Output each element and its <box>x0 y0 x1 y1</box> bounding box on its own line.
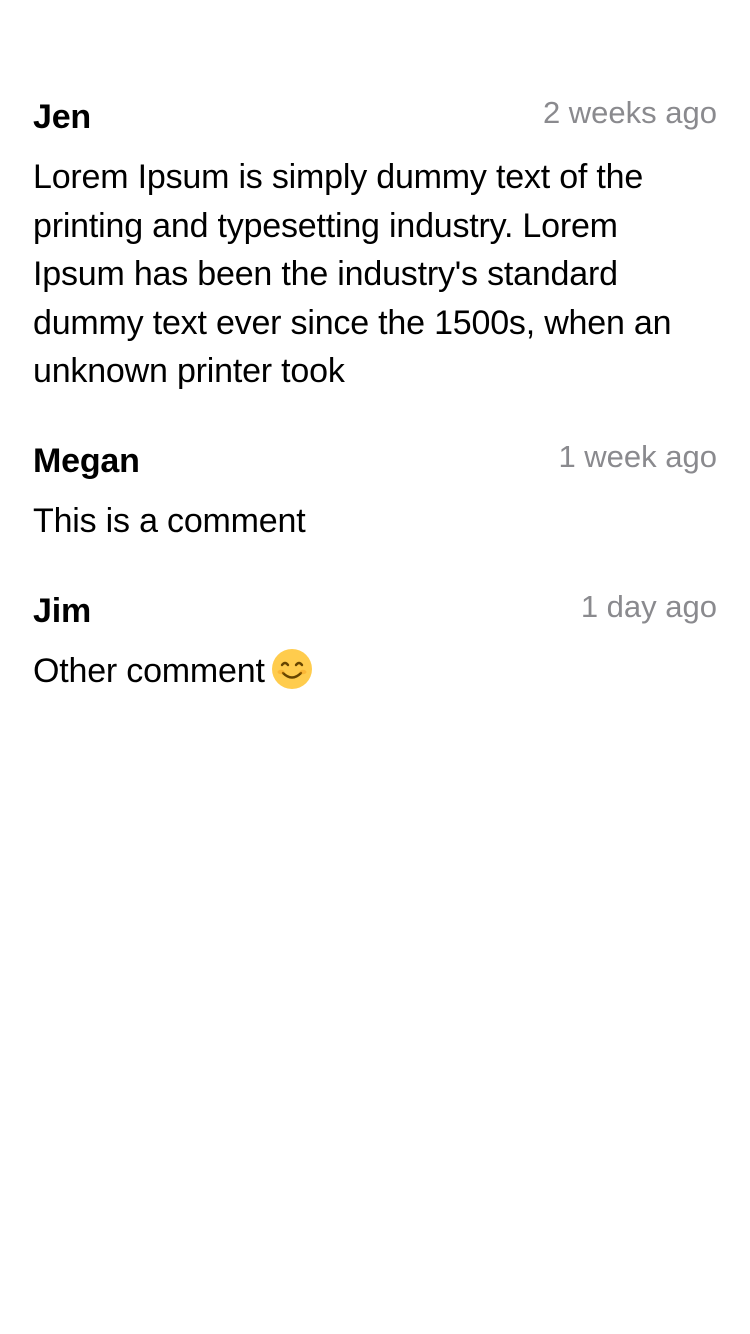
comment-timestamp: 1 day ago <box>580 589 717 624</box>
comment-author: Jim <box>33 592 91 630</box>
comment-text: This is a comment <box>33 502 306 540</box>
comment-author: Megan <box>33 442 140 480</box>
comment-list: Jen 2 weeks ago Lorem Ipsum is simply du… <box>0 0 750 737</box>
comment-author: Jen <box>33 98 91 136</box>
comment-item[interactable]: Jen 2 weeks ago Lorem Ipsum is simply du… <box>0 93 750 437</box>
comment-text: Lorem Ipsum is simply dummy text of the … <box>33 158 672 390</box>
comment-item[interactable]: Jim 1 day ago Other comment <box>0 587 750 737</box>
comment-text: Other comment <box>33 652 265 690</box>
comment-header: Jim 1 day ago <box>33 587 717 635</box>
comment-header: Jen 2 weeks ago <box>33 93 717 141</box>
comment-header: Megan 1 week ago <box>33 437 717 485</box>
comment-timestamp: 1 week ago <box>558 439 717 474</box>
comment-body: Other comment <box>33 647 717 704</box>
comment-timestamp: 2 weeks ago <box>542 95 717 130</box>
comment-item[interactable]: Megan 1 week ago This is a comment <box>0 437 750 587</box>
smiling-face-icon <box>271 648 313 704</box>
